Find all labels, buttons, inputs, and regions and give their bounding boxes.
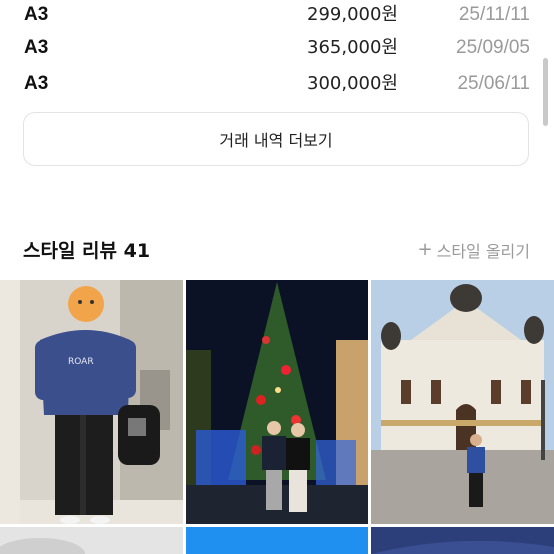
svg-text:ROAR: ROAR	[68, 357, 94, 367]
trade-row: A3 300,000원 25/06/11	[24, 69, 530, 99]
view-more-trades-button[interactable]: 거래 내역 더보기	[23, 112, 529, 166]
trade-size: A3	[24, 73, 49, 94]
trade-row: A3 299,000원 25/11/11	[24, 0, 530, 30]
style-review-title: 스타일 리뷰 41	[23, 240, 151, 262]
review-photo-6[interactable]	[371, 527, 554, 554]
review-photo-5[interactable]	[186, 527, 368, 554]
trade-size: A3	[24, 4, 49, 25]
trade-date: 25/09/05	[456, 37, 530, 58]
review-photo-3[interactable]	[371, 280, 554, 524]
style-review-grid: ROAR	[0, 280, 554, 554]
trade-price: 365,000원	[307, 37, 398, 58]
scrollbar[interactable]	[543, 58, 548, 126]
view-more-trades-label: 거래 내역 더보기	[219, 131, 333, 150]
review-photo-2[interactable]	[186, 280, 368, 524]
review-photo-1[interactable]: ROAR	[0, 280, 183, 524]
trade-date: 25/06/11	[457, 73, 530, 94]
trade-size: A3	[24, 37, 49, 58]
plus-icon: +	[417, 239, 433, 260]
trade-date: 25/11/11	[458, 4, 530, 25]
upload-style-link[interactable]: + 스타일 올리기	[418, 238, 531, 262]
trade-price: 300,000원	[307, 73, 398, 94]
trade-row: A3 365,000원 25/09/05	[24, 33, 530, 63]
review-photo-4[interactable]	[0, 527, 183, 554]
trade-price: 299,000원	[307, 4, 398, 25]
upload-style-label: 스타일 올리기	[436, 242, 530, 261]
